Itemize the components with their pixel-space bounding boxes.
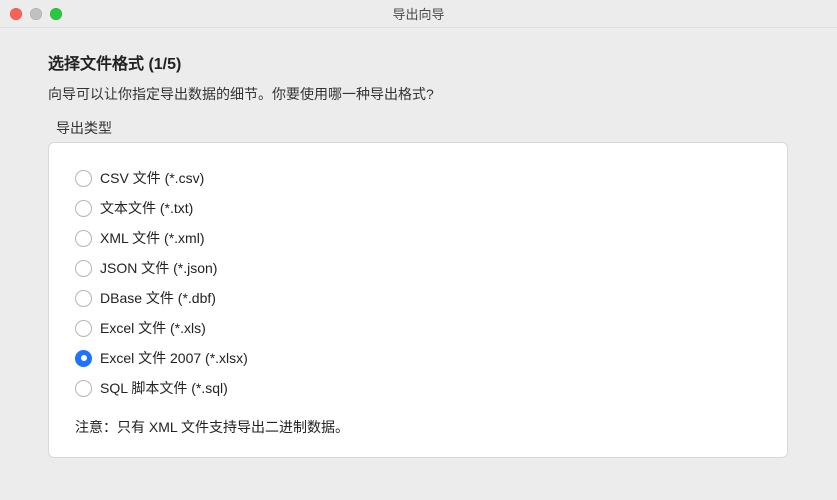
radio-option[interactable]: XML 文件 (*.xml) <box>75 223 761 253</box>
note-text: 注意：只有 XML 文件支持导出二进制数据。 <box>75 417 761 437</box>
minimize-icon[interactable] <box>30 8 42 20</box>
radio-icon[interactable] <box>75 260 92 277</box>
wizard-subheading: 向导可以让你指定导出数据的细节。你要使用哪一种导出格式? <box>48 84 805 104</box>
radio-label: XML 文件 (*.xml) <box>100 228 204 248</box>
radio-icon[interactable] <box>75 290 92 307</box>
radio-icon[interactable] <box>75 320 92 337</box>
window-title: 导出向导 <box>0 4 837 23</box>
radio-option[interactable]: 文本文件 (*.txt) <box>75 193 761 223</box>
radio-label: SQL 脚本文件 (*.sql) <box>100 378 228 398</box>
radio-label: DBase 文件 (*.dbf) <box>100 288 216 308</box>
radio-option[interactable]: SQL 脚本文件 (*.sql) <box>75 373 761 403</box>
radio-option[interactable]: JSON 文件 (*.json) <box>75 253 761 283</box>
radio-option[interactable]: Excel 文件 (*.xls) <box>75 313 761 343</box>
radio-icon[interactable] <box>75 200 92 217</box>
wizard-content: 选择文件格式 (1/5) 向导可以让你指定导出数据的细节。你要使用哪一种导出格式… <box>0 28 837 458</box>
radio-option[interactable]: CSV 文件 (*.csv) <box>75 163 761 193</box>
radio-label: 文本文件 (*.txt) <box>100 198 193 218</box>
radio-icon[interactable] <box>75 350 92 367</box>
radio-label: CSV 文件 (*.csv) <box>100 168 204 188</box>
export-type-group: CSV 文件 (*.csv) 文本文件 (*.txt) XML 文件 (*.xml)… <box>48 142 788 458</box>
traffic-lights <box>0 8 62 20</box>
radio-label: JSON 文件 (*.json) <box>100 258 217 278</box>
radio-list: CSV 文件 (*.csv) 文本文件 (*.txt) XML 文件 (*.xml)… <box>75 163 761 403</box>
group-label: 导出类型 <box>56 118 805 138</box>
wizard-heading: 选择文件格式 (1/5) <box>48 50 805 74</box>
radio-label: Excel 文件 2007 (*.xlsx) <box>100 348 248 368</box>
titlebar: 导出向导 <box>0 0 837 28</box>
radio-option[interactable]: DBase 文件 (*.dbf) <box>75 283 761 313</box>
maximize-icon[interactable] <box>50 8 62 20</box>
radio-label: Excel 文件 (*.xls) <box>100 318 206 338</box>
close-icon[interactable] <box>10 8 22 20</box>
radio-icon[interactable] <box>75 380 92 397</box>
radio-option[interactable]: Excel 文件 2007 (*.xlsx) <box>75 343 761 373</box>
radio-icon[interactable] <box>75 170 92 187</box>
radio-icon[interactable] <box>75 230 92 247</box>
